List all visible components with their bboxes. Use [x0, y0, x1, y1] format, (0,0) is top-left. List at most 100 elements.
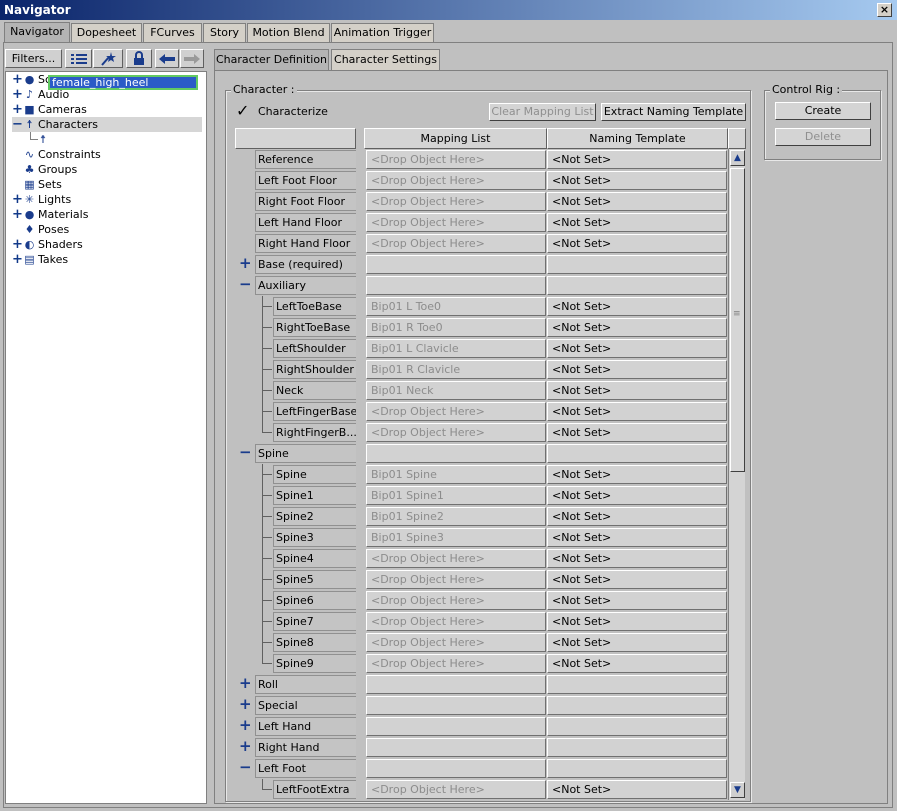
collapse-icon[interactable]: −: [12, 117, 23, 132]
filters-button[interactable]: Filters...: [5, 49, 62, 68]
row-label[interactable]: LeftToeBase: [235, 296, 356, 317]
expand-icon[interactable]: +: [12, 72, 23, 87]
expand-icon[interactable]: +: [239, 254, 252, 274]
mapping-cell[interactable]: <Drop Object Here>: [366, 591, 546, 610]
row-label[interactable]: Right Foot Floor: [235, 191, 356, 212]
mapping-cell[interactable]: <Drop Object Here>: [366, 234, 546, 253]
tab-character-definition[interactable]: Character Definition: [214, 49, 329, 70]
scroll-thumb[interactable]: ≡: [730, 168, 745, 472]
naming-template-cell[interactable]: <Not Set>: [547, 297, 727, 316]
naming-template-cell[interactable]: [547, 759, 727, 778]
lock-icon[interactable]: [126, 49, 152, 68]
mapping-cell[interactable]: <Drop Object Here>: [366, 570, 546, 589]
mapping-cell[interactable]: [366, 675, 546, 694]
mapping-cell[interactable]: <Drop Object Here>: [366, 150, 546, 169]
arrow-left-icon[interactable]: [155, 49, 179, 68]
mapping-cell[interactable]: [366, 444, 546, 463]
expand-icon[interactable]: +: [239, 695, 252, 715]
row-label[interactable]: LeftFingerBase: [235, 401, 356, 422]
naming-template-header[interactable]: Naming Template: [547, 128, 728, 149]
tab-dopesheet[interactable]: Dopesheet: [71, 23, 142, 43]
naming-template-cell[interactable]: <Not Set>: [547, 528, 727, 547]
expand-icon[interactable]: +: [239, 716, 252, 736]
star-icon[interactable]: [93, 49, 123, 68]
naming-template-cell[interactable]: <Not Set>: [547, 318, 727, 337]
row-label[interactable]: Left Hand Floor: [235, 212, 356, 233]
mapping-cell[interactable]: [366, 717, 546, 736]
expand-icon[interactable]: +: [12, 192, 23, 207]
mapping-cell[interactable]: <Drop Object Here>: [366, 213, 546, 232]
row-label[interactable]: LeftShoulder: [235, 338, 356, 359]
mapping-cell[interactable]: <Drop Object Here>: [366, 192, 546, 211]
row-label[interactable]: Base (required) +: [235, 254, 356, 275]
row-label[interactable]: Spine4: [235, 548, 356, 569]
naming-template-cell[interactable]: <Not Set>: [547, 612, 727, 631]
mapping-cell[interactable]: <Drop Object Here>: [366, 633, 546, 652]
expand-icon[interactable]: +: [12, 102, 23, 117]
row-label[interactable]: Left Hand +: [235, 716, 356, 737]
characterize-checkbox[interactable]: ✓: [236, 103, 250, 119]
row-label[interactable]: Spine7: [235, 611, 356, 632]
naming-template-cell[interactable]: <Not Set>: [547, 150, 727, 169]
mapping-cell[interactable]: Bip01 Spine3: [366, 528, 546, 547]
mapping-cell[interactable]: Bip01 Spine: [366, 465, 546, 484]
mapping-list-header[interactable]: Mapping List: [364, 128, 547, 149]
mapping-cell[interactable]: [366, 696, 546, 715]
mapping-cell[interactable]: [366, 738, 546, 757]
row-label[interactable]: Roll +: [235, 674, 356, 695]
clear-mapping-list-button[interactable]: Clear Mapping List: [489, 103, 596, 121]
tab-motion-blend[interactable]: Motion Blend: [247, 23, 330, 43]
naming-template-cell[interactable]: <Not Set>: [547, 213, 727, 232]
mapping-cell[interactable]: <Drop Object Here>: [366, 612, 546, 631]
scroll-down-icon[interactable]: ▼: [730, 782, 745, 798]
row-label[interactable]: Auxiliary −: [235, 275, 356, 296]
mapping-cell[interactable]: [366, 255, 546, 274]
row-label[interactable]: Spine9: [235, 653, 356, 674]
delete-button[interactable]: Delete: [775, 128, 871, 146]
row-label[interactable]: Spine: [235, 464, 356, 485]
tree-item-characters[interactable]: − ☨ Characters: [12, 117, 202, 132]
naming-template-cell[interactable]: <Not Set>: [547, 381, 727, 400]
mapping-cell[interactable]: Bip01 L Toe0: [366, 297, 546, 316]
create-button[interactable]: Create: [775, 102, 871, 120]
row-label[interactable]: Neck: [235, 380, 356, 401]
row-label[interactable]: Special +: [235, 695, 356, 716]
list-icon[interactable]: [65, 49, 92, 68]
naming-template-cell[interactable]: <Not Set>: [547, 171, 727, 190]
tab-fcurves[interactable]: FCurves: [143, 23, 202, 43]
row-label[interactable]: RightFingerB...: [235, 422, 356, 443]
naming-template-cell[interactable]: <Not Set>: [547, 570, 727, 589]
naming-template-cell[interactable]: [547, 717, 727, 736]
arrow-right-icon[interactable]: [180, 49, 204, 68]
row-label[interactable]: Spine −: [235, 443, 356, 464]
naming-template-cell[interactable]: <Not Set>: [547, 633, 727, 652]
tab-story[interactable]: Story: [203, 23, 246, 43]
naming-template-cell[interactable]: <Not Set>: [547, 234, 727, 253]
row-label[interactable]: Right Hand +: [235, 737, 356, 758]
collapse-icon[interactable]: −: [239, 758, 252, 778]
naming-template-cell[interactable]: <Not Set>: [547, 780, 727, 799]
expand-icon[interactable]: +: [239, 737, 252, 757]
mapping-cell[interactable]: Bip01 Spine1: [366, 486, 546, 505]
naming-template-cell[interactable]: <Not Set>: [547, 654, 727, 673]
naming-template-cell[interactable]: [547, 675, 727, 694]
expand-icon[interactable]: +: [12, 207, 23, 222]
row-label[interactable]: Left Foot −: [235, 758, 356, 779]
mapping-cell[interactable]: Bip01 L Clavicle: [366, 339, 546, 358]
extract-naming-template-button[interactable]: Extract Naming Template: [601, 103, 746, 121]
tab-character-settings[interactable]: Character Settings: [331, 49, 440, 70]
collapse-icon[interactable]: −: [239, 443, 252, 463]
naming-template-cell[interactable]: <Not Set>: [547, 486, 727, 505]
row-label[interactable]: RightToeBase: [235, 317, 356, 338]
mapping-cell[interactable]: [366, 759, 546, 778]
row-label[interactable]: Right Hand Floor: [235, 233, 356, 254]
row-label[interactable]: Spine2: [235, 506, 356, 527]
naming-template-cell[interactable]: <Not Set>: [547, 465, 727, 484]
naming-template-cell[interactable]: <Not Set>: [547, 192, 727, 211]
naming-template-cell[interactable]: [547, 738, 727, 757]
expand-icon[interactable]: +: [239, 674, 252, 694]
mapping-cell[interactable]: <Drop Object Here>: [366, 549, 546, 568]
naming-template-cell[interactable]: <Not Set>: [547, 360, 727, 379]
row-label[interactable]: Spine1: [235, 485, 356, 506]
collapse-icon[interactable]: −: [239, 275, 252, 295]
